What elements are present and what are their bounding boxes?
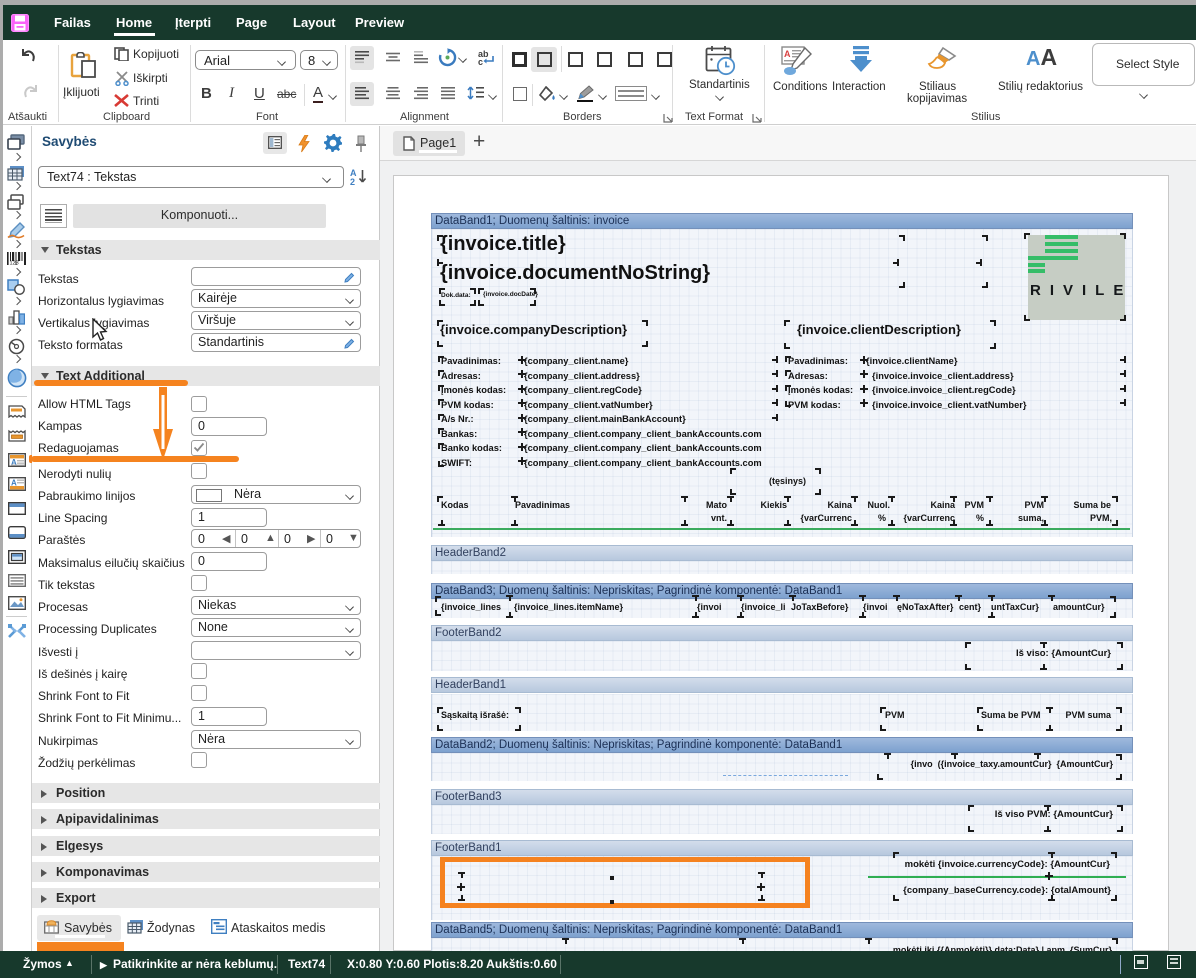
svg-text:123: 123 (10, 261, 19, 266)
svg-text:c: c (478, 57, 483, 66)
svg-text:2: 2 (350, 177, 355, 186)
svg-text:A: A (11, 458, 17, 467)
svg-text:A: A (11, 479, 17, 488)
svg-text:A: A (784, 49, 791, 59)
